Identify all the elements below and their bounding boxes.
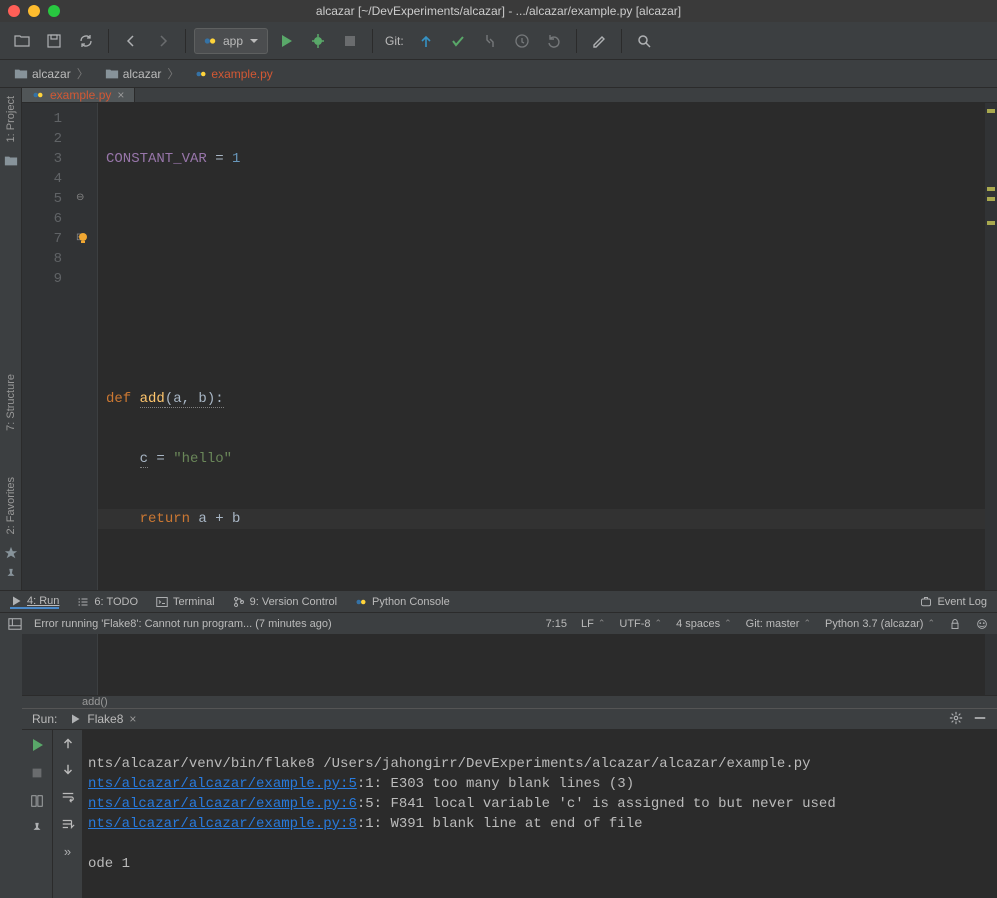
breadcrumb-root[interactable]: alcazar 〉 xyxy=(8,63,97,84)
status-message[interactable]: Error running 'Flake8': Cannot run progr… xyxy=(34,618,332,630)
bottom-tool-window-bar: 4: Run 6: TODO Terminal 9: Version Contr… xyxy=(0,590,997,612)
window-title: alcazar [~/DevExperiments/alcazar] - ...… xyxy=(0,4,997,18)
forward-icon[interactable] xyxy=(149,27,177,55)
error-link-2[interactable]: nts/alcazar/alcazar/example.py:6 xyxy=(88,796,357,812)
breadcrumb-file-label: example.py xyxy=(211,67,272,81)
tool-event-log[interactable]: Event Log xyxy=(920,596,987,608)
status-indent[interactable]: 4 spaces xyxy=(676,618,732,630)
save-icon[interactable] xyxy=(40,27,68,55)
breadcrumb-folder-label: alcazar xyxy=(123,67,162,81)
folder-icon xyxy=(4,154,18,168)
more-icon[interactable]: » xyxy=(64,844,71,859)
inspector-icon[interactable] xyxy=(975,617,989,631)
run-header: Run: Flake8 × xyxy=(22,709,997,730)
open-icon[interactable] xyxy=(8,27,36,55)
tool-project[interactable]: 1: Project xyxy=(3,88,19,150)
debug-icon[interactable] xyxy=(304,27,332,55)
stop-icon[interactable] xyxy=(336,27,364,55)
star-icon xyxy=(4,546,18,560)
error-link-1[interactable]: nts/alcazar/alcazar/example.py:5 xyxy=(88,776,357,792)
git-history-icon[interactable] xyxy=(508,27,536,55)
tool-structure[interactable]: 7: Structure xyxy=(3,366,19,439)
run-tab-flake8[interactable]: Flake8 × xyxy=(69,712,136,726)
run-hide-icon[interactable] xyxy=(973,711,987,728)
toggle-tool-windows-icon[interactable] xyxy=(8,617,22,631)
editor-breadcrumb-fn: add() xyxy=(82,696,108,708)
layout-icon[interactable] xyxy=(28,792,46,810)
pin-icon[interactable] xyxy=(4,568,18,582)
git-commit-icon[interactable] xyxy=(444,27,472,55)
status-interpreter[interactable]: Python 3.7 (alcazar) xyxy=(825,618,935,630)
tool-python-console[interactable]: Python Console xyxy=(355,596,450,608)
settings-icon[interactable] xyxy=(585,27,613,55)
status-bar: Error running 'Flake8': Cannot run progr… xyxy=(0,612,997,634)
run-config-name: app xyxy=(223,34,243,48)
status-encoding[interactable]: UTF-8 xyxy=(619,618,662,630)
tool-terminal[interactable]: Terminal xyxy=(156,596,215,608)
rerun-icon[interactable] xyxy=(28,736,46,754)
status-line-ending[interactable]: LF xyxy=(581,618,605,630)
editor-breadcrumb[interactable]: add() xyxy=(22,695,997,708)
breadcrumb: alcazar 〉 alcazar 〉 example.py xyxy=(0,60,997,88)
editor-tab-example[interactable]: example.py × xyxy=(22,88,135,102)
editor-tab-label: example.py xyxy=(50,88,111,102)
titlebar: alcazar [~/DevExperiments/alcazar] - ...… xyxy=(0,0,997,22)
breadcrumb-folder[interactable]: alcazar 〉 xyxy=(99,63,188,84)
breadcrumb-file[interactable]: example.py xyxy=(189,65,278,83)
stop-icon[interactable] xyxy=(28,764,46,782)
error-link-3[interactable]: nts/alcazar/alcazar/example.py:8 xyxy=(88,816,357,832)
main-area: example.py × 1 2 3 4 5 6 7 8 9 ⊖ ⊟ CONST… xyxy=(22,88,997,590)
run-label: Run: xyxy=(32,712,57,726)
editor-tabs: example.py × xyxy=(22,88,997,103)
git-revert-icon[interactable] xyxy=(540,27,568,55)
main-toolbar: app Git: xyxy=(0,22,997,60)
soft-wrap-icon[interactable] xyxy=(61,790,75,807)
close-icon[interactable]: × xyxy=(117,88,124,102)
run-side-toolbar xyxy=(22,730,52,898)
git-update-icon[interactable] xyxy=(412,27,440,55)
console-cmd: nts/alcazar/venv/bin/flake8 /Users/jahon… xyxy=(88,756,811,772)
run-console-toolbar: » xyxy=(52,730,82,898)
status-position[interactable]: 7:15 xyxy=(546,618,567,630)
tool-favorites[interactable]: 2: Favorites xyxy=(3,469,19,542)
status-git-branch[interactable]: Git: master xyxy=(746,618,811,630)
breadcrumb-root-label: alcazar xyxy=(32,67,71,81)
left-tool-window-bar: 1: Project 7: Structure 2: Favorites xyxy=(0,88,22,590)
run-console[interactable]: nts/alcazar/venv/bin/flake8 /Users/jahon… xyxy=(82,730,997,898)
git-compare-icon[interactable] xyxy=(476,27,504,55)
sync-icon[interactable] xyxy=(72,27,100,55)
back-icon[interactable] xyxy=(117,27,145,55)
tool-vcs[interactable]: 9: Version Control xyxy=(233,596,337,608)
git-label: Git: xyxy=(381,34,408,48)
run-config-selector[interactable]: app xyxy=(194,28,268,54)
run-icon[interactable] xyxy=(272,27,300,55)
lock-icon[interactable] xyxy=(949,618,961,630)
scroll-down-icon[interactable] xyxy=(61,763,75,780)
tool-run[interactable]: 4: Run xyxy=(10,595,59,609)
scroll-end-icon[interactable] xyxy=(61,817,75,834)
intention-bulb-icon[interactable] xyxy=(74,229,92,247)
search-icon[interactable] xyxy=(630,27,658,55)
scroll-up-icon[interactable] xyxy=(61,736,75,753)
tool-todo[interactable]: 6: TODO xyxy=(77,596,138,608)
console-exit: ode 1 xyxy=(88,856,130,872)
pin-icon[interactable] xyxy=(28,820,46,838)
run-tool-window: Run: Flake8 × » xyxy=(22,708,997,898)
run-settings-icon[interactable] xyxy=(949,711,963,728)
